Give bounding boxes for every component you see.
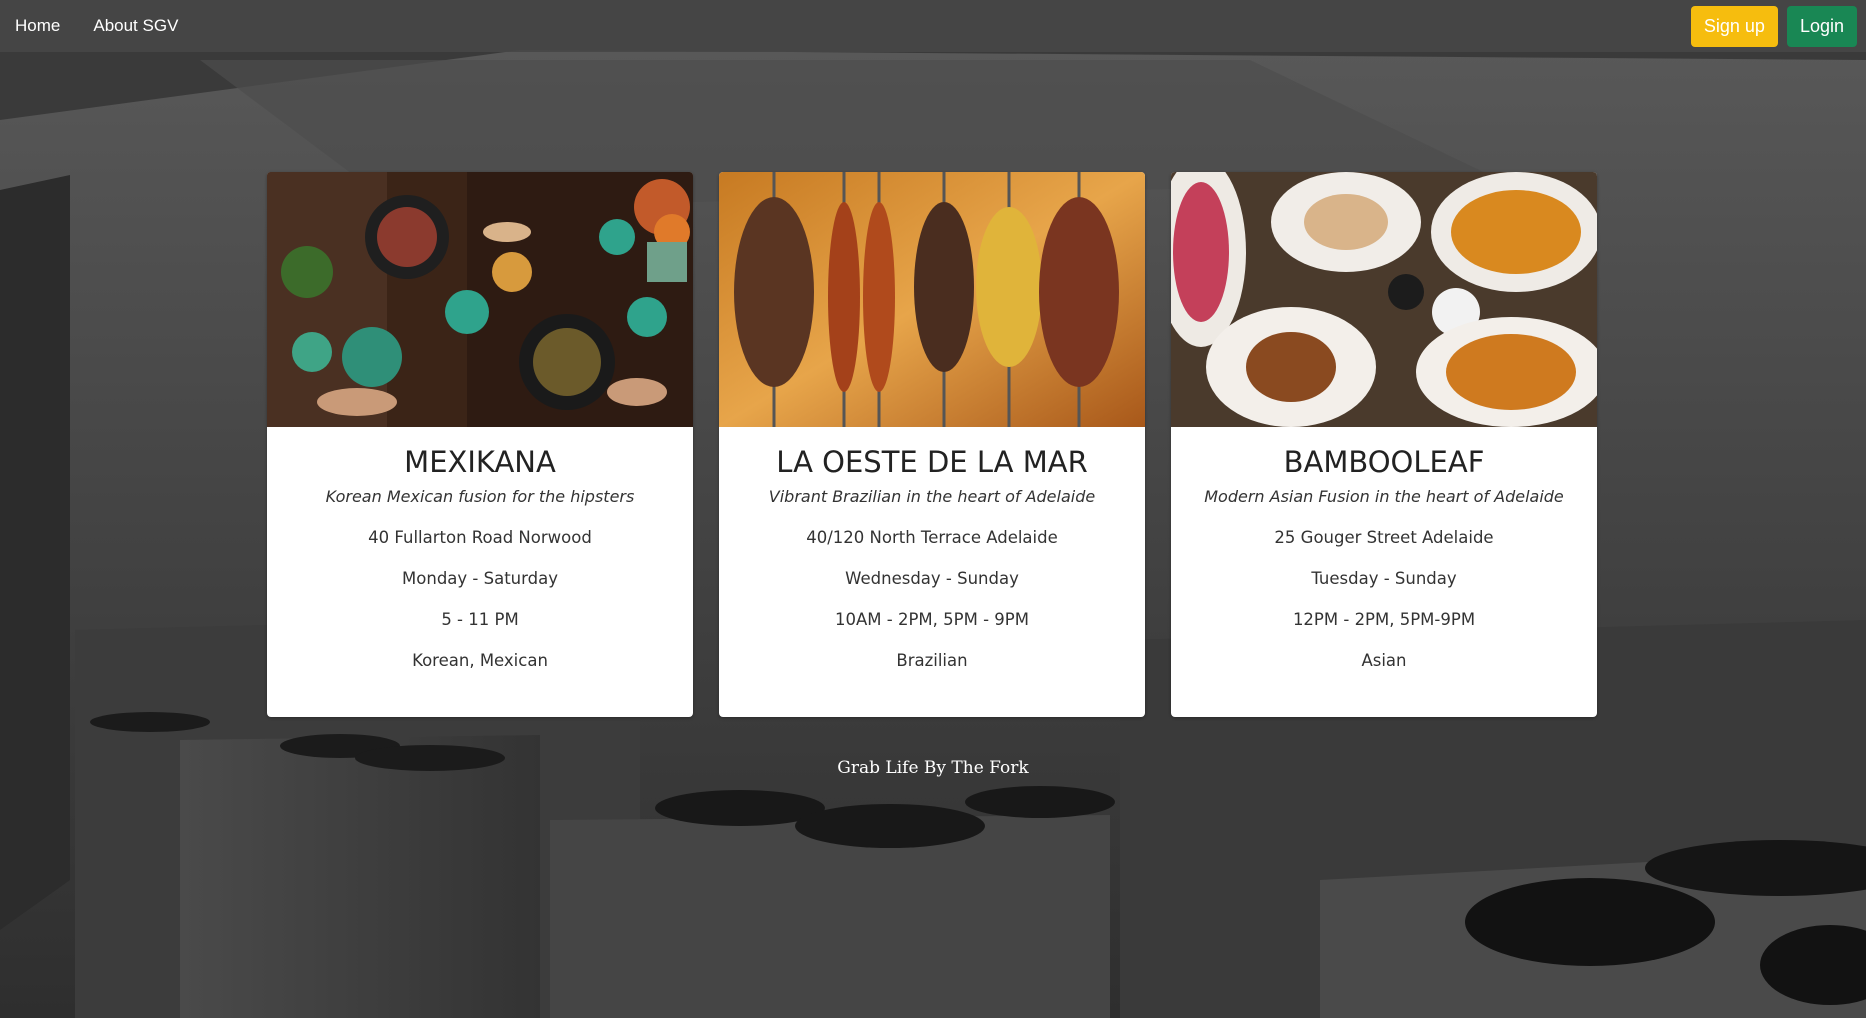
- asian-dishes-photo: [1171, 172, 1597, 427]
- restaurant-card-bambooleaf[interactable]: BAMBOOLEAF Modern Asian Fusion in the he…: [1171, 172, 1597, 717]
- skewers-photo: [719, 172, 1145, 427]
- restaurant-hours: 12PM - 2PM, 5PM-9PM: [1292, 610, 1476, 629]
- restaurant-cards: MEXIKANA Korean Mexican fusion for the h…: [267, 172, 1597, 717]
- food-table-photo: [267, 172, 693, 427]
- restaurant-name: MEXIKANA: [404, 445, 556, 479]
- login-button[interactable]: Login: [1786, 5, 1857, 47]
- restaurant-days: Wednesday - Sunday: [845, 569, 1019, 588]
- restaurant-card-la-oeste-de-la-mar[interactable]: LA OESTE DE LA MAR Vibrant Brazilian in …: [719, 172, 1145, 717]
- restaurant-tagline: Vibrant Brazilian in the heart of Adelai…: [768, 487, 1096, 506]
- footer-slogan: Grab Life By The Fork: [837, 758, 1029, 778]
- restaurant-address: 25 Gouger Street Adelaide: [1274, 528, 1494, 547]
- restaurant-days: Tuesday - Sunday: [1311, 569, 1457, 588]
- restaurant-name: BAMBOOLEAF: [1283, 445, 1485, 479]
- restaurant-hours: 10AM - 2PM, 5PM - 9PM: [835, 610, 1029, 629]
- restaurant-address: 40/120 North Terrace Adelaide: [806, 528, 1058, 547]
- signup-button[interactable]: Sign up: [1690, 5, 1778, 47]
- restaurant-cuisine: Korean, Mexican: [412, 651, 548, 670]
- restaurant-card-mexikana[interactable]: MEXIKANA Korean Mexican fusion for the h…: [267, 172, 693, 717]
- restaurant-days: Monday - Saturday: [402, 569, 558, 588]
- restaurant-cuisine: Asian: [1361, 651, 1407, 670]
- restaurant-name: LA OESTE DE LA MAR: [776, 445, 1088, 479]
- nav-about-link[interactable]: About SGV: [93, 16, 178, 36]
- navbar: Home About SGV Sign up Login: [0, 0, 1866, 52]
- restaurant-hours: 5 - 11 PM: [441, 610, 519, 629]
- nav-home-link[interactable]: Home: [15, 16, 60, 36]
- restaurant-address: 40 Fullarton Road Norwood: [368, 528, 592, 547]
- restaurant-tagline: Korean Mexican fusion for the hipsters: [325, 487, 635, 506]
- restaurant-cuisine: Brazilian: [896, 651, 968, 670]
- restaurant-tagline: Modern Asian Fusion in the heart of Adel…: [1204, 487, 1564, 506]
